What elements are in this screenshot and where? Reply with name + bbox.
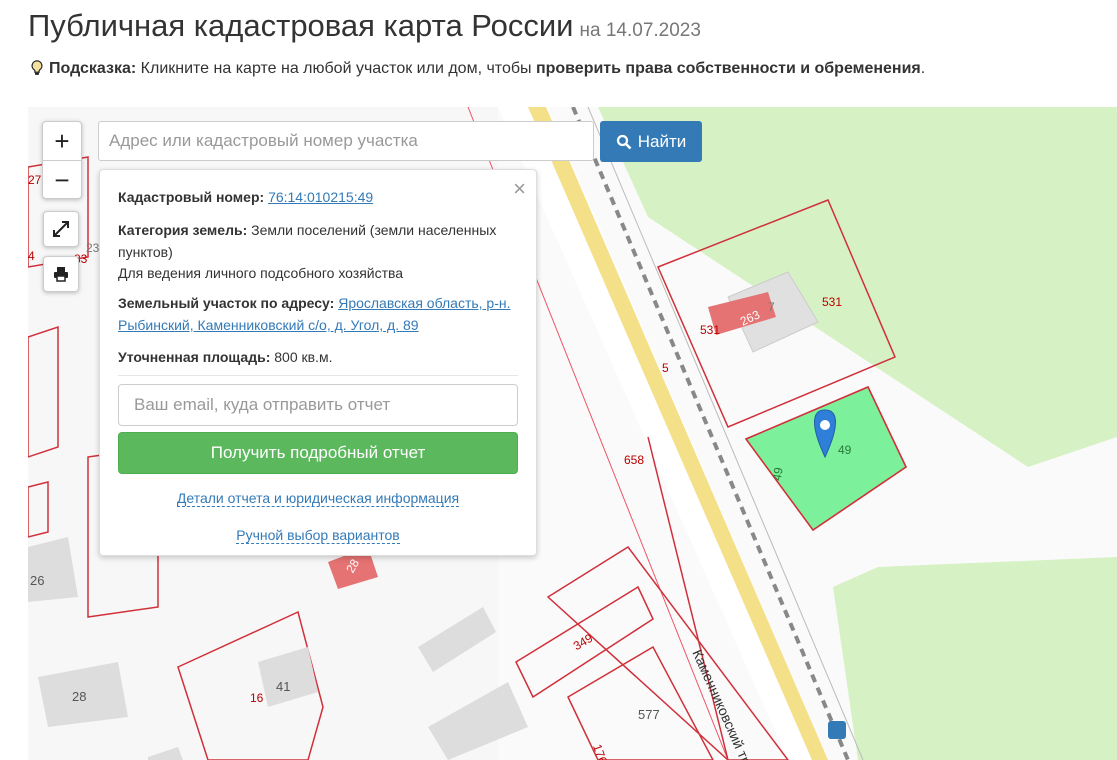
map-label: 577 [638,707,660,722]
map-label: 16 [250,691,264,705]
zoom-control: + − [42,121,82,199]
map-label: 49 [769,466,786,482]
address-label: Земельный участок по адресу: [118,295,335,311]
expand-icon [53,221,69,237]
map-label: 41 [276,679,291,694]
map-label: 531 [700,323,721,337]
title-text: Публичная кадастровая карта России [28,8,574,43]
manual-select-link[interactable]: Ручной выбор вариантов [236,527,400,544]
page-title: Публичная кадастровая карта России на 14.… [28,8,701,44]
usage-row: Для ведения личного подсобного хозяйства [118,265,404,281]
lightbulb-icon [31,60,43,75]
category-row: Категория земель: Земли поселений (земли… [118,219,520,263]
fullscreen-button[interactable] [43,211,79,247]
bus-stop-icon [828,721,846,739]
hint-text: Кликните на карте на любой участок или д… [140,60,532,77]
details-link[interactable]: Детали отчета и юридическая информация [176,490,460,507]
area-label: Уточненная площадь: [118,349,271,365]
map-label: 531 [822,295,843,309]
area-row: Уточненная площадь: 800 кв.м. [118,346,520,368]
print-icon [54,267,68,282]
zoom-in-button[interactable]: + [43,122,81,160]
email-field[interactable]: Ваш email, куда отправить отчет [118,384,518,426]
cadastral-link[interactable]: 76:14:010215:49 [268,189,373,205]
hint-label: Подсказка: [49,60,137,77]
map-label: 7 [768,300,775,314]
hint-line: Подсказка: Кликните на карте на любой уч… [30,60,925,78]
get-report-button[interactable]: Получить подробный отчет [118,432,518,474]
map-label: 4 [28,249,35,263]
map-label: 26 [30,573,45,588]
divider [118,375,518,376]
address-row: Земельный участок по адресу: Ярославская… [118,292,520,336]
search-button[interactable]: Найти [600,121,702,162]
zoom-out-button[interactable]: − [43,160,81,199]
details-row: Детали отчета и юридическая информация [100,490,536,507]
title-date: на 14.07.2023 [579,20,701,41]
cadastral-label: Кадастровый номер: [118,189,265,205]
green-area-bottom [833,557,1117,760]
cadastral-map[interactable]: 27 4 83 23 26 28 16 41 5 658 531 531 263… [28,107,1117,760]
print-button[interactable] [43,256,79,292]
hint-bold: проверить права собственности и обремене… [535,60,921,77]
manual-row: Ручной выбор вариантов [100,527,536,544]
map-label: 27 [28,173,42,187]
search-input[interactable]: Адрес или кадастровый номер участка [98,121,594,161]
map-label: 658 [624,453,645,467]
category-label: Категория земель: [118,222,248,238]
map-label: 28 [72,689,87,704]
map-label: 49 [838,443,852,457]
map-label: 23 [86,241,100,255]
selected-parcel[interactable] [744,386,907,532]
map-label: 5 [662,361,669,375]
parcel-popup: × Кадастровый номер: 76:14:010215:49 Кат… [99,169,537,556]
search-button-label: Найти [637,131,687,151]
area-value: 800 кв.м. [274,349,333,365]
hint-end: . [920,60,926,77]
search-icon [616,134,632,149]
cadastral-row: Кадастровый номер: 76:14:010215:49 [118,186,520,208]
